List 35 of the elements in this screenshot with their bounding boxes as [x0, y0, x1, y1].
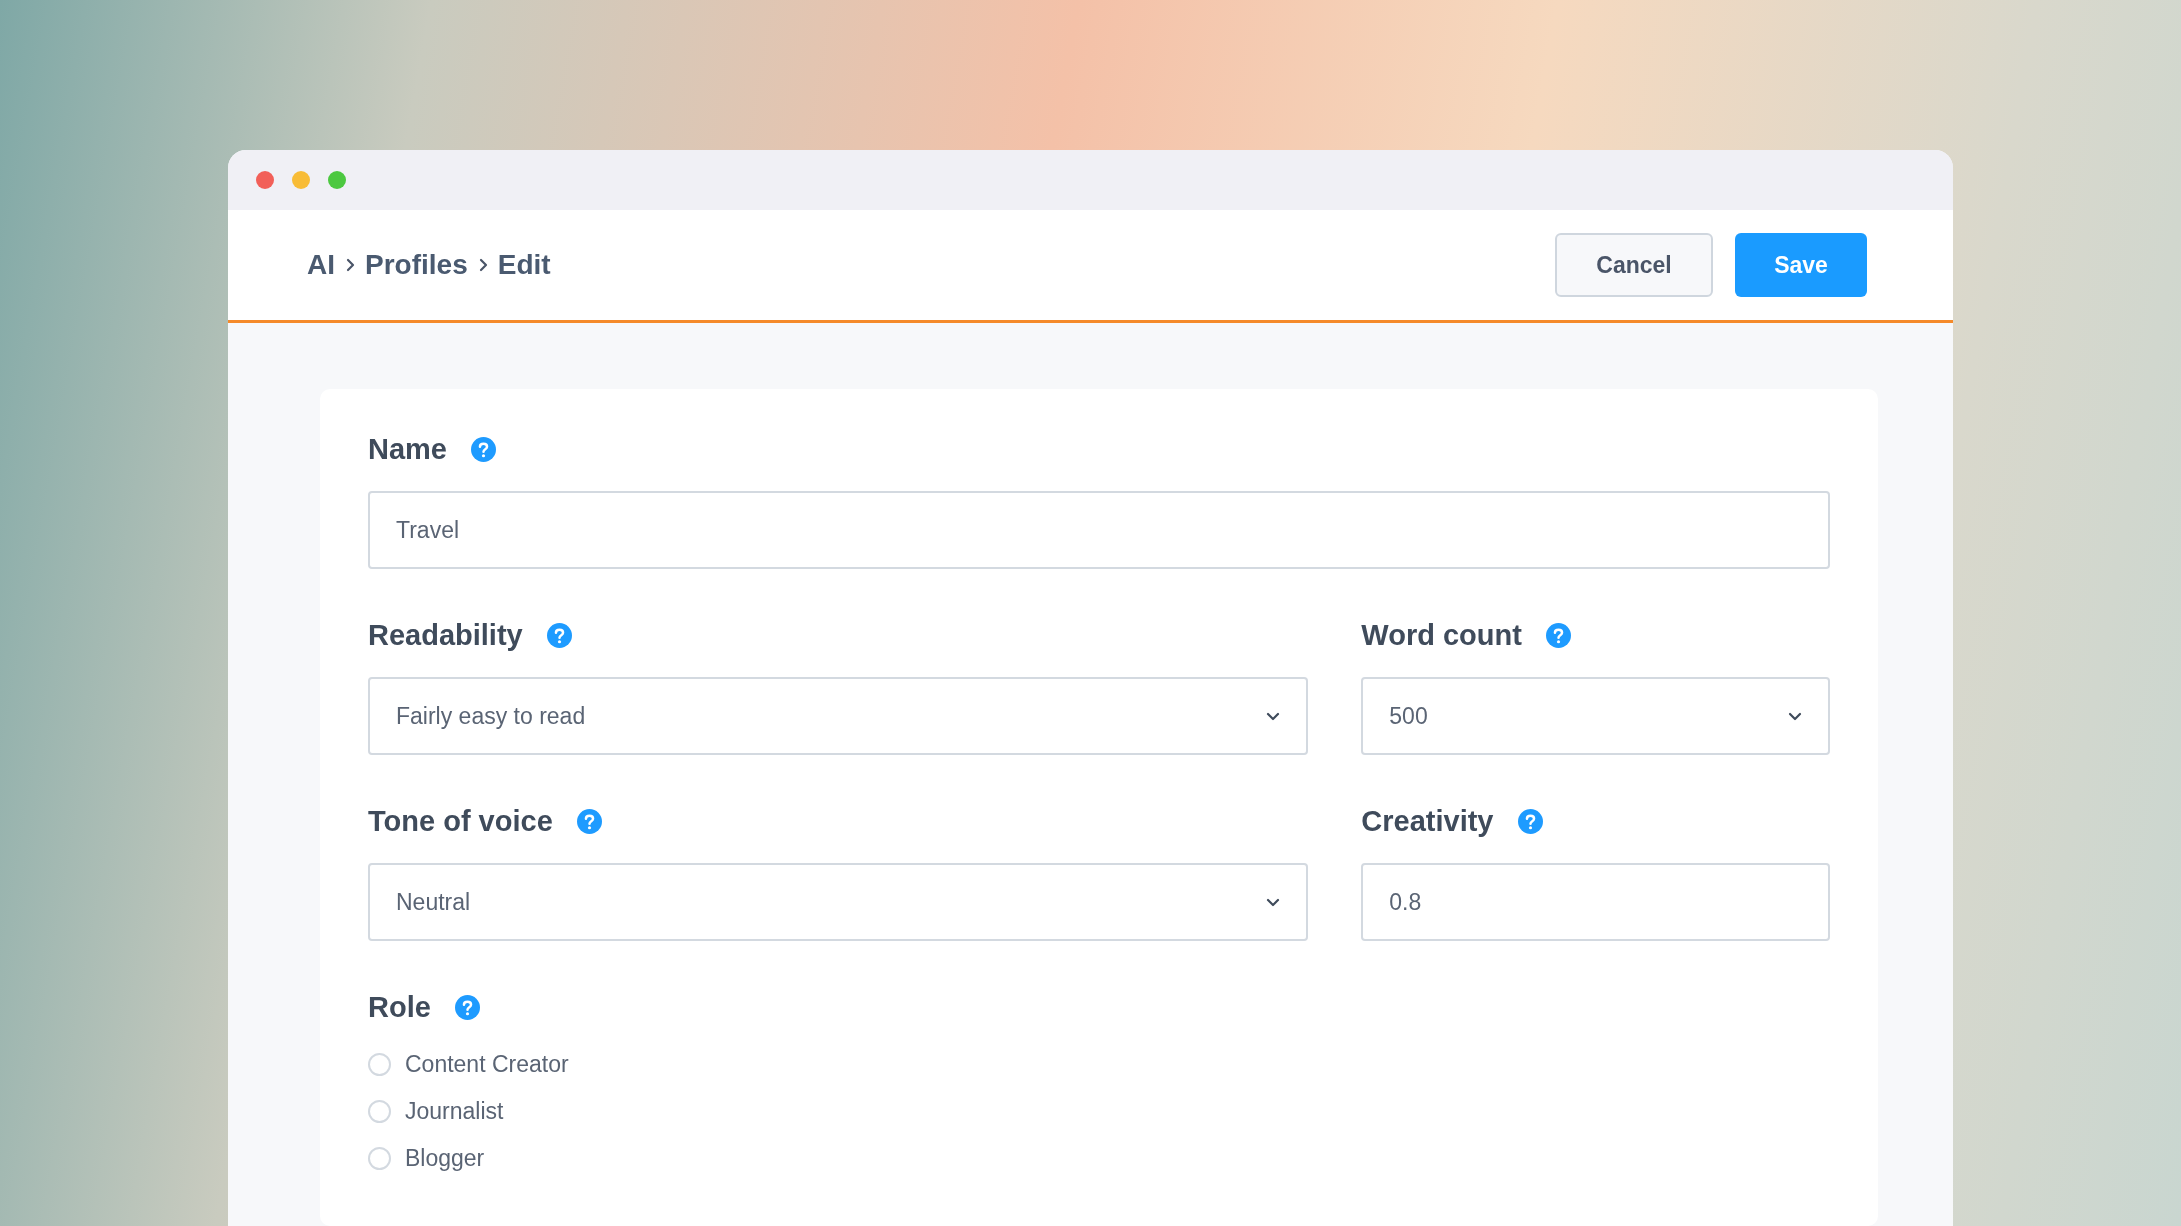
- radio-label[interactable]: Blogger: [405, 1145, 485, 1172]
- maximize-button[interactable]: [328, 171, 346, 189]
- field-label: Name: [368, 432, 447, 466]
- chevron-down-icon: [1266, 897, 1281, 907]
- field-label: Readability: [368, 618, 523, 652]
- cancel-button[interactable]: Cancel: [1555, 233, 1713, 297]
- radio-button[interactable]: [368, 1053, 391, 1076]
- dropdown[interactable]: Fairly easy to read: [368, 677, 1309, 755]
- dropdown[interactable]: 500: [1361, 677, 1830, 755]
- chevron-down-icon: [1266, 711, 1281, 721]
- chevron-right-icon: [477, 258, 488, 272]
- help-icon: [1545, 622, 1571, 648]
- breadcrumb-link[interactable]: Profiles: [365, 249, 468, 281]
- text-field[interactable]: 0.8: [1361, 863, 1830, 941]
- radio-button[interactable]: [368, 1100, 391, 1123]
- field-label: Tone of voice: [368, 804, 553, 838]
- help-icon: [454, 994, 480, 1020]
- radio-label[interactable]: Content Creator: [405, 1051, 569, 1078]
- help-icon: [576, 808, 602, 834]
- field-label: Role: [368, 990, 431, 1024]
- help-icon: [546, 622, 572, 648]
- breadcrumb-link[interactable]: AI: [307, 249, 335, 281]
- field-label: Word count: [1361, 618, 1522, 652]
- chevron-down-icon: [1788, 711, 1802, 721]
- minimize-button[interactable]: [292, 171, 310, 189]
- text-field[interactable]: Travel: [368, 491, 1830, 569]
- dropdown[interactable]: Neutral: [368, 863, 1309, 941]
- chevron-right-icon: [345, 258, 355, 272]
- help-icon: [471, 436, 496, 462]
- breadcrumb-link[interactable]: Edit: [497, 249, 551, 281]
- radio-button[interactable]: [368, 1147, 391, 1170]
- field-label: Creativity: [1361, 804, 1494, 838]
- close-button[interactable]: [256, 171, 274, 189]
- radio-label[interactable]: Journalist: [405, 1098, 504, 1125]
- help-icon: [1517, 808, 1543, 834]
